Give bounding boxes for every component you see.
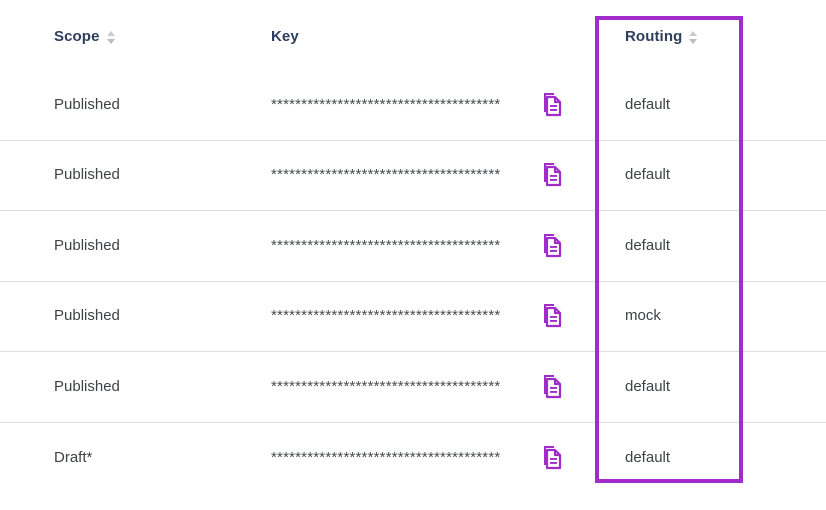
column-header-routing-label: Routing [625, 28, 683, 45]
column-header-key[interactable]: Key [271, 27, 299, 47]
column-header-key-label: Key [271, 28, 299, 45]
cell-routing: default [625, 166, 671, 184]
column-header-routing[interactable]: Routing [625, 27, 698, 47]
copy-key-button[interactable] [540, 282, 564, 352]
copy-document-icon[interactable] [540, 92, 564, 118]
column-header-scope[interactable]: Scope [54, 27, 116, 47]
cell-key: ************************************** [271, 448, 501, 466]
copy-key-button[interactable] [540, 352, 564, 422]
cell-routing: default [625, 95, 671, 113]
sort-updown-icon[interactable] [106, 28, 116, 46]
sort-ascending-arrow-icon [106, 30, 115, 36]
copy-document-icon[interactable] [540, 445, 564, 471]
sort-descending-arrow-icon [689, 38, 698, 44]
table-row[interactable]: Published ******************************… [0, 211, 826, 282]
cell-scope: Published [54, 377, 120, 395]
cell-scope: Published [54, 166, 120, 184]
copy-key-button[interactable] [540, 70, 564, 140]
table-header-row: Scope Key Routing [0, 0, 826, 70]
copy-document-icon[interactable] [540, 233, 564, 259]
column-header-scope-label: Scope [54, 28, 100, 45]
cell-scope: Published [54, 236, 120, 254]
cell-routing: default [625, 448, 671, 466]
cell-routing: default [625, 236, 671, 254]
sort-ascending-arrow-icon [689, 30, 698, 36]
copy-key-button[interactable] [540, 211, 564, 281]
copy-key-button[interactable] [540, 141, 564, 211]
cell-scope: Draft* [54, 448, 93, 466]
table-row[interactable]: Published ******************************… [0, 141, 826, 211]
sort-descending-arrow-icon [106, 38, 115, 44]
cell-routing: mock [625, 307, 661, 325]
table-body: Published ******************************… [0, 70, 826, 493]
table-row[interactable]: Draft* *********************************… [0, 423, 826, 494]
sort-updown-icon[interactable] [689, 28, 698, 46]
table-row[interactable]: Published ******************************… [0, 70, 826, 141]
copy-document-icon[interactable] [540, 374, 564, 400]
table-row[interactable]: Published ******************************… [0, 352, 826, 423]
cell-key: ************************************** [271, 166, 501, 184]
cell-routing: default [625, 377, 671, 395]
cell-scope: Published [54, 307, 120, 325]
cell-key: ************************************** [271, 236, 501, 254]
table-row[interactable]: Published ******************************… [0, 282, 826, 352]
cell-key: ************************************** [271, 95, 501, 113]
cell-key: ************************************** [271, 307, 501, 325]
cell-key: ************************************** [271, 377, 501, 395]
copy-document-icon[interactable] [540, 162, 564, 188]
cell-scope: Published [54, 95, 120, 113]
copy-document-icon[interactable] [540, 303, 564, 329]
config-keys-table: Scope Key Routing Published ************… [0, 0, 826, 510]
copy-key-button[interactable] [540, 423, 564, 494]
